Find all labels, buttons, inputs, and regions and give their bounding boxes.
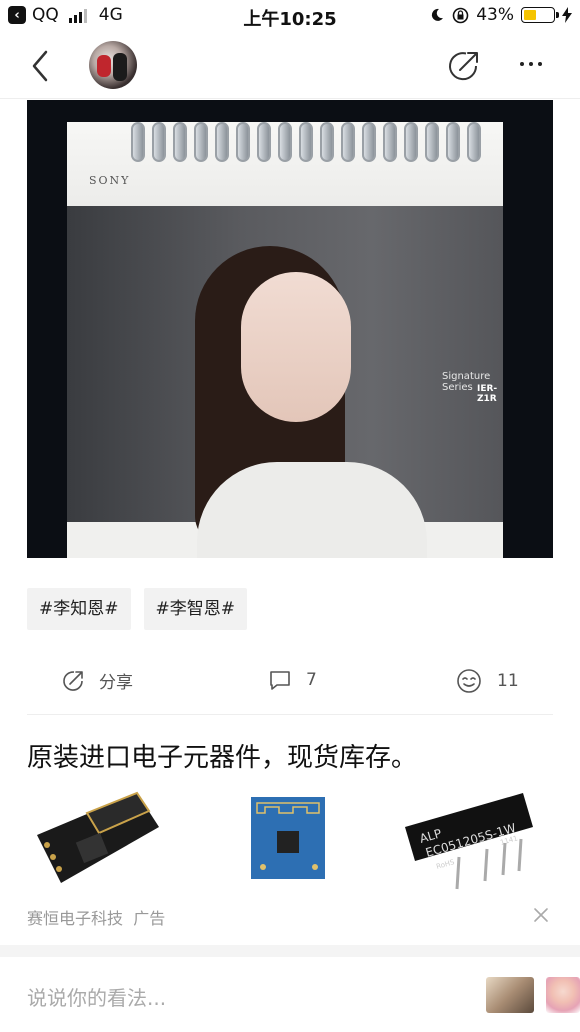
charging-icon <box>562 7 572 23</box>
calendar-image: SONY Signature Series IER-Z1R <box>67 122 503 558</box>
battery-icon <box>521 7 559 23</box>
nav-bar <box>0 32 580 99</box>
wifi-module-image <box>37 791 159 883</box>
power-module-image: ALP EC051205S-1W RoHS 1141 <box>405 793 533 890</box>
share-action-button[interactable]: 分享 <box>61 668 133 693</box>
ad-product-image[interactable] <box>27 785 195 893</box>
ad-product-image[interactable] <box>249 785 329 893</box>
post-actions: 分享 7 11 <box>27 656 553 715</box>
like-icon <box>457 669 481 693</box>
ad-headline[interactable]: 原装进口电子元器件，现货库存。 <box>27 737 417 774</box>
comment-icon <box>270 671 290 690</box>
battery-level <box>524 10 537 20</box>
like-action-button[interactable]: 11 <box>455 668 519 694</box>
post-photo[interactable]: SONY Signature Series IER-Z1R <box>27 100 553 558</box>
portrait-body <box>197 462 427 558</box>
product3-rohs: RoHS <box>435 858 456 871</box>
advertiser-name[interactable]: 赛恒电子科技 <box>27 909 123 928</box>
bluetooth-module-image <box>251 797 325 879</box>
ad-footer: 赛恒电子科技 广告 <box>27 905 165 929</box>
ad-product-image[interactable]: ALP EC051205S-1W RoHS 1141 <box>401 785 553 893</box>
tag-chip[interactable]: #李知恩# <box>27 588 131 630</box>
sticker-thumbnail[interactable] <box>486 977 534 1013</box>
rotation-lock-icon <box>452 7 469 23</box>
comment-count: 7 <box>306 670 317 690</box>
tag-list: #李知恩# #李智恩# <box>27 588 247 630</box>
section-divider <box>0 945 580 957</box>
brand-logo: SONY <box>89 174 131 187</box>
like-count: 11 <box>497 671 519 691</box>
poster-caption-model: IER-Z1R <box>477 384 498 404</box>
share-label: 分享 <box>99 673 133 693</box>
ad-label: 广告 <box>133 909 166 928</box>
sticker-thumbnail[interactable] <box>546 977 580 1013</box>
share-icon <box>63 670 83 691</box>
spiral-rings <box>131 122 481 166</box>
status-right: 43% <box>429 5 572 25</box>
author-avatar[interactable] <box>89 41 137 89</box>
more-options-icon[interactable] <box>520 62 542 66</box>
status-bar: ‹ QQ 4G 上午10:25 43% <box>0 0 580 32</box>
portrait-face <box>241 272 351 422</box>
comment-action-button[interactable]: 7 <box>268 668 317 692</box>
ad-images[interactable]: ALP EC051205S-1W RoHS 1141 <box>27 785 553 893</box>
back-arrow-icon[interactable] <box>28 46 56 86</box>
tag-chip[interactable]: #李智恩# <box>143 588 247 630</box>
close-icon[interactable] <box>532 906 550 924</box>
moon-icon <box>432 8 444 21</box>
comment-bar: 说说你的看法... <box>0 957 580 1032</box>
share-icon[interactable] <box>446 48 482 84</box>
comment-input[interactable]: 说说你的看法... <box>27 982 166 1011</box>
battery-percent: 43% <box>476 5 514 25</box>
